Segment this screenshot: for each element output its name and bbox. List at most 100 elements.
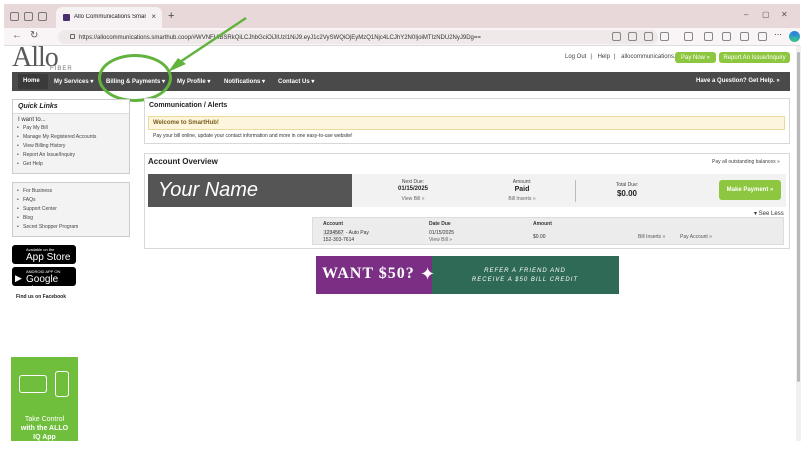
- total-due-label: Total Due:: [615, 182, 639, 188]
- back-icon[interactable]: ←: [12, 30, 22, 41]
- split-screen-icon[interactable]: [704, 32, 713, 41]
- nav-notifications[interactable]: Notifications ▾: [224, 78, 265, 85]
- row-amount: $0.00: [533, 234, 546, 240]
- account-overview-title: Account Overview: [148, 157, 218, 166]
- tab-actions-icon[interactable]: [38, 12, 47, 21]
- translate-icon[interactable]: [644, 32, 653, 41]
- close-tab-icon[interactable]: ×: [151, 12, 156, 21]
- key-icon[interactable]: [612, 32, 621, 41]
- link-pay-my-bill[interactable]: Pay My Bill: [13, 124, 129, 133]
- profile-icon[interactable]: [10, 12, 19, 21]
- favorite-star-icon[interactable]: [660, 32, 669, 41]
- nav-my-services[interactable]: My Services ▾: [54, 78, 93, 85]
- report-issue-button[interactable]: Report An Issue/Inquiry: [719, 52, 790, 63]
- refresh-extension-icon[interactable]: [684, 32, 693, 41]
- google-play-big-text: Google play: [26, 274, 59, 296]
- copilot-icon[interactable]: [789, 31, 800, 42]
- account-phone: 152-303-7614: [323, 237, 355, 243]
- workspaces-icon[interactable]: [24, 12, 33, 21]
- welcome-intro: Pay your bill online, update your contac…: [153, 133, 353, 139]
- auto-pay-label: - Auto Pay: [344, 230, 369, 236]
- logout-link[interactable]: Log Out: [565, 54, 586, 60]
- maximize-icon[interactable]: ▢: [762, 10, 770, 19]
- nav-home[interactable]: Home: [23, 78, 40, 84]
- refresh-icon[interactable]: ↻: [30, 30, 38, 41]
- minimize-icon[interactable]: –: [744, 10, 748, 19]
- extensions-icon[interactable]: [758, 32, 767, 41]
- promo-line-3: IQ App: [33, 434, 56, 441]
- nav-contact-us[interactable]: Contact Us ▾: [278, 78, 314, 85]
- promo-line-1: Take Control: [24, 416, 65, 423]
- app-store-badge[interactable]: Available on the App Store: [12, 245, 76, 264]
- scrollbar-thumb[interactable]: [797, 52, 800, 382]
- account-number: 1234567 - Auto Pay: [323, 230, 369, 236]
- refer-friend-banner[interactable]: WANT $50? ✦ REFER A FRIEND AND RECEIVE A…: [316, 256, 619, 294]
- alerts-title: Communication / Alerts: [149, 102, 228, 109]
- address-bar[interactable]: https://allocommunications.smarthub.coop…: [58, 30, 658, 44]
- link-blog[interactable]: Blog: [13, 214, 129, 223]
- page-scrollbar[interactable]: [796, 46, 801, 441]
- close-window-icon[interactable]: ✕: [781, 10, 788, 19]
- want-to-label: I want to...: [18, 117, 46, 123]
- link-report-issue[interactable]: Report An Issue/Inquiry: [13, 151, 129, 160]
- welcome-banner: Welcome to SmartHub!: [148, 116, 785, 130]
- link-support-center[interactable]: Support Center: [13, 205, 129, 214]
- app-store-big-text: App Store: [26, 252, 71, 263]
- account-number-value: 1234567: [323, 230, 345, 236]
- row-view-bill-link[interactable]: View Bill »: [429, 237, 452, 243]
- pay-now-button[interactable]: Pay Now »: [675, 52, 716, 63]
- amount-value: Paid: [514, 186, 530, 193]
- total-due-value: $0.00: [616, 189, 638, 198]
- next-due-label: Next Due:: [401, 179, 425, 185]
- banner-want-text: WANT $50?: [322, 265, 415, 282]
- nav-my-profile[interactable]: My Profile ▾: [177, 78, 210, 85]
- router-icon: [19, 375, 47, 393]
- tab-title: Allo Communications SmartHub: [74, 14, 146, 20]
- google-play-badge[interactable]: ▶ ANDROID APP ON Google play: [12, 267, 76, 296]
- row-pay-account-link[interactable]: Pay Account »: [680, 234, 712, 240]
- row-bill-inserts-link[interactable]: Bill Inserts »: [638, 234, 665, 240]
- help-link[interactable]: Help: [598, 54, 610, 60]
- summary-divider: [575, 180, 576, 202]
- account-holder-name: Your Name: [148, 174, 352, 207]
- nav-get-help[interactable]: Have a Question? Get Help. »: [696, 78, 780, 84]
- phone-icon: [55, 371, 69, 397]
- secondary-links-panel: For Business FAQs Support Center Blog Se…: [12, 182, 130, 237]
- read-aloud-icon[interactable]: [628, 32, 637, 41]
- annotation-arrow: [168, 16, 247, 72]
- link-manage-accounts[interactable]: Manage My Registered Accounts: [13, 133, 129, 142]
- amount-label: Amount:: [512, 179, 532, 185]
- see-less-toggle[interactable]: ▾ See Less: [754, 210, 784, 217]
- more-menu-icon[interactable]: ⋯: [774, 30, 783, 39]
- allo-iq-promo[interactable]: Take Control with the ALLO IQ App: [11, 357, 78, 441]
- link-for-business[interactable]: For Business: [13, 187, 129, 196]
- browser-tab[interactable]: Allo Communications SmartHub ×: [56, 7, 162, 28]
- link-secret-shopper[interactable]: Secret Shopper Program: [13, 223, 129, 232]
- pay-all-link[interactable]: Pay all outstanding balances »: [712, 159, 780, 165]
- account-summary: Next Due: 01/15/2025 View Bill » Amount:…: [352, 174, 786, 207]
- row-date-due: 01/15/2025: [429, 230, 455, 236]
- link-get-help[interactable]: Get Help: [13, 160, 129, 169]
- link-billing-history[interactable]: View Billing History: [13, 142, 129, 151]
- promo-line-2: with the ALLO: [20, 425, 69, 432]
- sparkle-icon: ✦: [420, 264, 436, 284]
- address-bar-row: ← ↻ https://allocommunications.smarthub.…: [4, 28, 800, 46]
- view-bill-link[interactable]: View Bill »: [388, 196, 438, 202]
- bill-inserts-link[interactable]: Bill Inserts »: [497, 196, 547, 202]
- lock-icon: [70, 34, 75, 39]
- account-table: Account Date Due Amount 1234567 - Auto P…: [312, 217, 784, 245]
- favorites-icon[interactable]: [722, 32, 731, 41]
- google-play-icon: ▶: [15, 273, 22, 283]
- link-faqs[interactable]: FAQs: [13, 196, 129, 205]
- col-amount: Amount: [533, 221, 552, 227]
- quick-links-panel: Quick Links I want to... Pay My Bill Man…: [12, 99, 130, 174]
- url-text: https://allocommunications.smarthub.coop…: [79, 35, 481, 41]
- browser-tab-bar: Allo Communications SmartHub × + – ▢ ✕: [4, 4, 800, 28]
- site-favicon-icon: [63, 14, 70, 21]
- facebook-link[interactable]: Find us on Facebook: [16, 294, 66, 300]
- quick-links-title: Quick Links: [13, 100, 129, 114]
- collections-icon[interactable]: [740, 32, 749, 41]
- col-account: Account: [323, 221, 343, 227]
- make-payment-button[interactable]: Make Payment »: [719, 180, 781, 200]
- banner-refer-line-2: RECEIVE A $50 BILL CREDIT: [471, 277, 579, 283]
